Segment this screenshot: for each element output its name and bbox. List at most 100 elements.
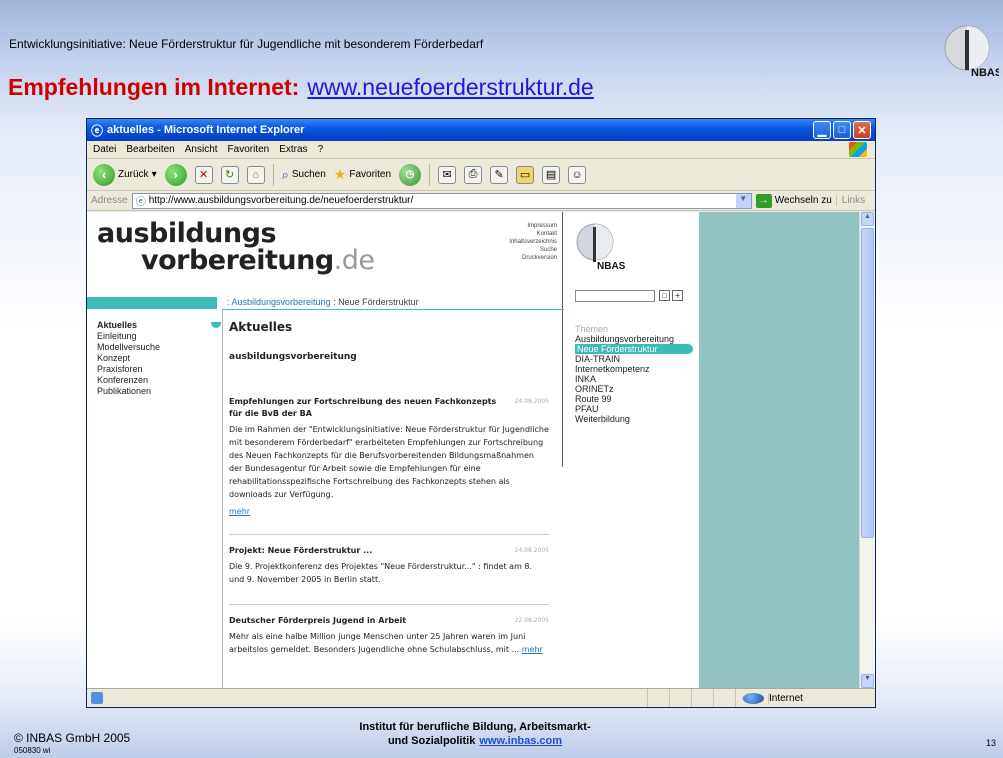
themes-heading: Themen [575,324,609,334]
news-separator [229,534,549,535]
footer-left: © INBAS GmbH 2005 050830 wi [14,732,130,757]
news-body: Mehr als eine halbe Million junge Mensch… [229,630,549,656]
inbas-logo: NBAS [944,25,999,79]
theme-item[interactable]: Weiterbildung [575,414,693,424]
zone-label: Internet [768,692,803,704]
news-title: Empfehlungen zur Fortschreibung des neue… [229,397,497,418]
scroll-up-icon[interactable]: ▲ [861,212,874,226]
menu-help[interactable]: ? [318,144,324,155]
footer-institute-line1: Institut für berufliche Bildung, Arbeits… [359,721,591,733]
nav-item-modellversuche[interactable]: Modellversuche [97,342,160,353]
slide-title-link[interactable]: www.neuefoerderstruktur.de [307,74,593,100]
print-icon[interactable]: ⎙ [464,165,483,184]
link-suche[interactable]: Suche [487,246,557,254]
close-button[interactable]: ✕ [853,121,871,139]
theme-item[interactable]: ORINETz [575,384,693,394]
breadcrumb-underline [222,309,564,310]
news-more-link[interactable]: mehr [229,507,549,516]
inbas-logo-text: NBAS [971,67,999,79]
theme-item-active[interactable]: Neue Förderstruktur [575,344,693,354]
favorites-label: Favoriten [349,169,392,180]
address-value: http://www.ausbildungsvorbereitung.de/ne… [148,195,414,206]
page-heading: Aktuelles [229,320,293,334]
nav-item-praxisforen[interactable]: Praxisforen [97,364,160,375]
address-dropdown-icon[interactable]: ▼ [735,193,751,208]
news-separator [229,604,549,605]
page-number: 13 [986,738,997,748]
back-button[interactable]: ‹ Zurück ▾ [93,163,157,186]
search-plus-button[interactable]: + [672,290,683,301]
news-more-link[interactable]: mehr [522,645,543,654]
news-date: 24.08.2005 [514,547,549,554]
link-inhaltsverzeichnis[interactable]: Inhaltsverzeichnis [487,238,557,246]
nav-item-konzept[interactable]: Konzept [97,353,160,364]
windows-flag-icon [849,142,867,157]
link-druckversion[interactable]: Druckversion [487,254,557,262]
footer-link[interactable]: www.inbas.com [479,735,562,747]
edit-icon[interactable]: ✎ [490,165,509,184]
top-links: Impressum Kontakt Inhaltsverzeichnis Suc… [487,222,557,262]
history-icon[interactable]: ◷ [399,163,422,186]
theme-item[interactable]: INKA [575,374,693,384]
links-label[interactable]: Links [835,195,865,206]
nav-item-einleitung[interactable]: Einleitung [97,331,160,342]
breadcrumb-link[interactable]: : Ausbildungsvorbereitung [227,297,331,307]
section-title: ausbildungsvorbereitung [229,352,357,362]
theme-item[interactable]: Ausbildungsvorbereitung [575,334,693,344]
theme-item[interactable]: DIA-TRAIN [575,354,693,364]
site-inbas-logo-text: NBAS [597,261,625,272]
minimize-button[interactable]: ▁ [813,121,831,139]
slide-title-text: Empfehlungen im Internet: [8,74,300,100]
ie-icon: ⓔ [91,123,104,138]
status-bar: Internet [87,688,875,707]
mail-icon[interactable]: ✉ [438,165,457,184]
vertical-scrollbar[interactable]: ▲ ▼ [859,212,875,688]
window-titlebar[interactable]: ⓔ aktuelles - Microsoft Internet Explore… [87,119,875,141]
refresh-icon[interactable]: ↻ [220,165,239,184]
search-icon: ⌕ [281,166,289,182]
search-go-button[interactable]: □ [659,290,670,301]
theme-item[interactable]: Internetkompetenz [575,364,693,374]
scroll-down-icon[interactable]: ▼ [861,674,874,688]
maximize-button[interactable]: □ [833,121,851,139]
site-search-input[interactable] [575,290,655,302]
forward-button[interactable]: › [164,163,187,186]
scroll-thumb[interactable] [861,228,874,538]
nav-item-konferenzen[interactable]: Konferenzen [97,375,160,386]
left-nav: Aktuelles Einleitung Modellversuche Konz… [97,320,221,397]
stop-icon[interactable]: ✕ [194,165,213,184]
breadcrumb-current: : Neue Förderstruktur [333,297,419,307]
favorites-button[interactable]: ★ Favoriten [334,166,391,183]
news-body: Die im Rahmen der "Entwicklungsinitiativ… [229,425,549,499]
menu-bar: Datei Bearbeiten Ansicht Favoriten Extra… [87,141,875,159]
site-logo[interactable]: ausbildungs vorbereitung.de [97,220,375,274]
column-divider [562,212,563,467]
folder-icon[interactable]: ▭ [516,165,535,184]
address-input[interactable]: ⓔ http://www.ausbildungsvorbereitung.de/… [131,192,752,209]
theme-item[interactable]: PFAU [575,404,693,414]
menu-extras[interactable]: Extras [279,144,307,155]
nav-item-publikationen[interactable]: Publikationen [97,386,160,397]
menu-favoriten[interactable]: Favoriten [228,144,270,155]
home-icon[interactable]: ⌂ [246,165,265,184]
nav-item-aktuelles[interactable]: Aktuelles [97,320,160,331]
link-impressum[interactable]: Impressum [487,222,557,230]
main-content: Aktuelles ausbildungsvorbereitung Empfeh… [229,316,549,656]
research-icon[interactable]: ▤ [542,165,561,184]
menu-bearbeiten[interactable]: Bearbeiten [126,144,174,155]
back-label: Zurück [118,169,149,180]
footer-code: 050830 wi [14,746,51,755]
globe-icon [742,692,764,704]
menu-datei[interactable]: Datei [93,144,116,155]
messenger-icon[interactable]: ☺ [568,165,587,184]
footer-institute: Institut für berufliche Bildung, Arbeits… [320,720,630,748]
menu-ansicht[interactable]: Ansicht [185,144,218,155]
go-button[interactable]: → Wechseln zu [755,193,832,208]
address-bar: Adresse ⓔ http://www.ausbildungsvorberei… [87,191,875,211]
site-inbas-logo[interactable]: NBAS [575,222,625,272]
back-arrow-icon: ‹ [93,163,115,186]
theme-item[interactable]: Route 99 [575,394,693,404]
themes-list: Themen Ausbildungsvorbereitung Neue Förd… [575,324,693,424]
search-button[interactable]: ⌕ Suchen [282,167,326,183]
link-kontakt[interactable]: Kontakt [487,230,557,238]
